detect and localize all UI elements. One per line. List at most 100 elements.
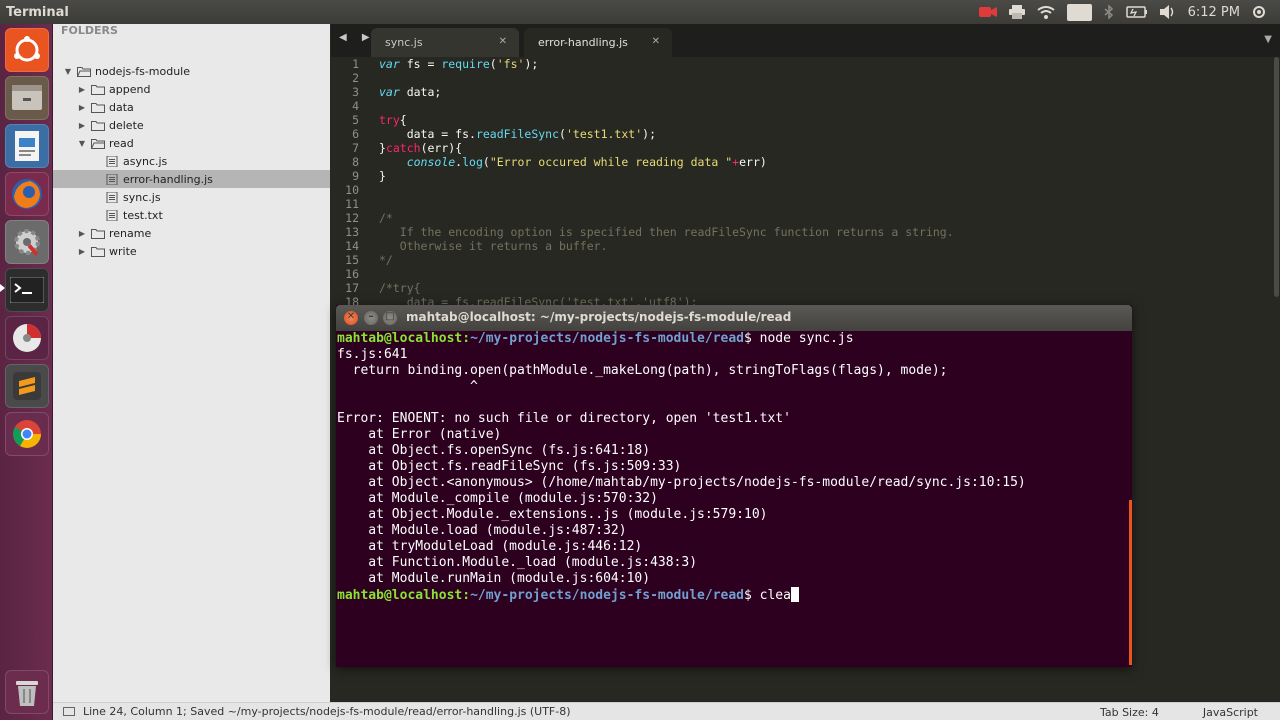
scrollbar-thumb[interactable] — [1274, 57, 1279, 297]
prompt-separator: : — [462, 588, 471, 603]
clock[interactable]: 6:12 PM — [1188, 5, 1240, 20]
code-token: ( — [559, 127, 566, 141]
code-token: */ — [379, 253, 393, 267]
code-line[interactable]: 6 data = fs.readFileSync('test1.txt'); — [331, 127, 1273, 141]
code-line[interactable]: 15 */ — [331, 253, 1273, 267]
keyboard-layout-indicator[interactable]: En — [1067, 3, 1092, 21]
code-line[interactable]: 11 — [331, 197, 1273, 211]
code-line[interactable]: 12 /* — [331, 211, 1273, 225]
folder-open-icon — [77, 66, 91, 77]
ubuntu-dash-icon[interactable] — [5, 28, 49, 72]
chevron-right-icon[interactable]: ▶ — [77, 103, 87, 112]
code-token: ); — [642, 127, 656, 141]
chevron-down-icon[interactable]: ▼ — [77, 139, 87, 148]
code-token: try — [379, 113, 400, 127]
terminal-output-line: at Function.Module._load (module.js:438:… — [337, 555, 698, 570]
camera-icon[interactable] — [979, 6, 998, 18]
terminal-command: clea — [751, 588, 791, 603]
battery-icon[interactable] — [1125, 6, 1148, 18]
code-line[interactable]: 10 — [331, 183, 1273, 197]
code-line[interactable]: 7}catch(err){ — [331, 141, 1273, 155]
folder-item[interactable]: ▶ data — [53, 98, 330, 116]
tree-item-label: test.txt — [123, 208, 163, 222]
panel-toggle-icon[interactable] — [63, 707, 75, 716]
terminal-scrollbar[interactable] — [1129, 500, 1132, 665]
firefox-icon[interactable] — [5, 172, 49, 216]
tab-sync-js[interactable]: sync.js ✕ — [371, 28, 519, 57]
terminal-output-line: fs.js:641 — [337, 347, 408, 362]
syntax-indicator[interactable]: JavaScript — [1181, 706, 1280, 719]
close-window-button[interactable]: ✕ — [344, 311, 358, 325]
line-number: 1 — [352, 57, 359, 71]
tab-error-handling-js[interactable]: error-handling.js ✕ — [524, 28, 672, 57]
editor-scrollbar[interactable] — [1273, 57, 1280, 704]
code-line[interactable]: 16 — [331, 267, 1273, 281]
line-number: 6 — [352, 127, 359, 141]
folder-item[interactable]: ▼ nodejs-fs-module — [53, 62, 330, 80]
chevron-right-icon[interactable]: ▶ — [77, 85, 87, 94]
code-token: readFileSync — [475, 127, 560, 141]
folder-item[interactable]: ▼ read — [53, 134, 330, 152]
terminal-output[interactable]: mahtab@localhost:~/my-projects/nodejs-fs… — [336, 331, 1132, 667]
prompt-symbol: $ — [744, 588, 752, 603]
folder-item[interactable]: ▶ write — [53, 242, 330, 260]
wifi-icon[interactable] — [1037, 5, 1056, 19]
minimize-window-button[interactable]: – — [364, 311, 378, 325]
disk-icon[interactable] — [5, 316, 49, 360]
tree-item-label: data — [109, 100, 134, 114]
terminal-icon[interactable] — [5, 268, 49, 312]
files-icon[interactable] — [5, 76, 49, 120]
code-line[interactable]: 13 If the encoding option is specified t… — [331, 225, 1273, 239]
system-settings-icon[interactable] — [5, 220, 49, 264]
file-item[interactable]: test.txt — [53, 206, 330, 224]
sublime-text-icon[interactable] — [5, 364, 49, 408]
line-number: 5 — [352, 113, 359, 127]
terminal-window: ✕ – □ mahtab@localhost: ~/my-projects/no… — [336, 305, 1132, 667]
code-line[interactable]: 3 var data; — [331, 85, 1273, 99]
tab-size-indicator[interactable]: Tab Size: 4 — [1078, 706, 1181, 719]
bluetooth-icon[interactable] — [1104, 5, 1114, 19]
chevron-right-icon[interactable]: ▶ — [77, 121, 87, 130]
code-line[interactable]: 8 console.log("Error occured while readi… — [331, 155, 1273, 169]
power-gear-icon[interactable] — [1252, 5, 1266, 19]
folder-item[interactable]: ▶ delete — [53, 116, 330, 134]
chevron-right-icon[interactable]: ▶ — [77, 229, 87, 238]
close-icon[interactable]: ✕ — [652, 36, 660, 47]
volume-icon[interactable] — [1159, 5, 1176, 19]
file-item[interactable]: error-handling.js — [53, 170, 330, 188]
chevron-down-icon[interactable]: ▼ — [63, 67, 73, 76]
folder-open-icon — [91, 138, 105, 149]
folder-icon — [91, 120, 105, 131]
code-line[interactable]: 4 — [331, 99, 1273, 113]
code-line[interactable]: 1 var fs = require('fs'); — [331, 57, 1273, 71]
trash-icon[interactable] — [5, 670, 49, 714]
file-icon — [106, 155, 118, 167]
folder-icon — [91, 102, 105, 113]
file-item[interactable]: sync.js — [53, 188, 330, 206]
file-item[interactable]: async.js — [53, 152, 330, 170]
code-line[interactable]: 14 Otherwise it returns a buffer. — [331, 239, 1273, 253]
line-number: 3 — [352, 85, 359, 99]
chevron-right-icon[interactable]: ▶ — [77, 247, 87, 256]
maximize-window-button[interactable]: □ — [383, 311, 397, 325]
folder-item[interactable]: ▶ rename — [53, 224, 330, 242]
folder-item[interactable]: ▶ append — [53, 80, 330, 98]
code-token: catch — [385, 141, 421, 155]
code-line[interactable]: 17 /*try{ — [331, 281, 1273, 295]
terminal-titlebar[interactable]: ✕ – □ mahtab@localhost: ~/my-projects/no… — [336, 305, 1132, 331]
code-token: Otherwise it returns a buffer. — [379, 239, 608, 253]
code-token: "Error occured while reading data " — [489, 155, 733, 169]
chevron-down-icon[interactable]: ▼ — [1264, 34, 1272, 45]
code-text: */ — [379, 253, 393, 267]
printer-icon[interactable] — [1009, 5, 1026, 19]
close-icon[interactable]: ✕ — [499, 36, 507, 47]
code-token: log — [462, 155, 483, 169]
line-number: 11 — [345, 197, 359, 211]
document-viewer-icon[interactable] — [5, 124, 49, 168]
code-line[interactable]: 9} — [331, 169, 1273, 183]
code-line[interactable]: 5 try{ — [331, 113, 1273, 127]
terminal-output-line: at tryModuleLoad (module.js:446:12) — [337, 539, 643, 554]
chrome-icon[interactable] — [5, 412, 49, 456]
line-number: 4 — [352, 99, 359, 113]
code-line[interactable]: 2 — [331, 71, 1273, 85]
